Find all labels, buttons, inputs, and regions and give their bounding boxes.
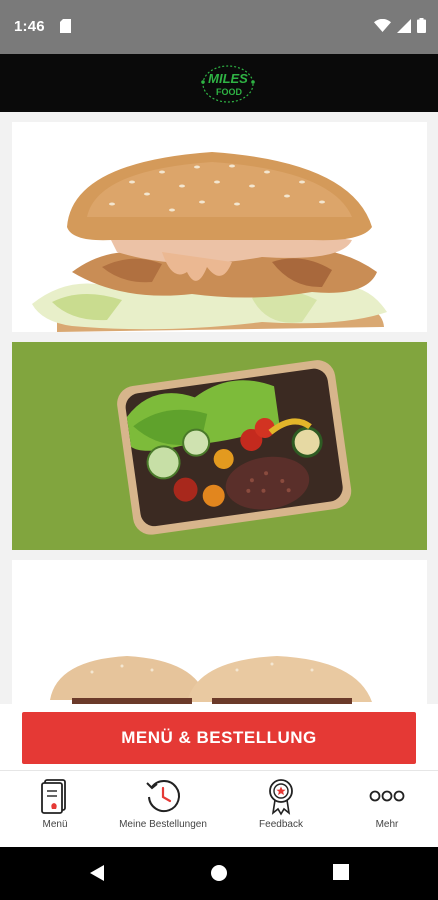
menu-card-icon: [41, 779, 66, 814]
order-history-icon: [146, 780, 180, 813]
cell-signal-icon: [397, 18, 411, 33]
burger-bun-image: [12, 560, 427, 704]
bottom-nav: Menü Meine Bestellungen Feedback Mehr: [0, 770, 438, 848]
recents-icon[interactable]: [333, 864, 349, 880]
status-icons: [374, 18, 426, 33]
award-ribbon-icon: [269, 779, 293, 816]
promo-feed[interactable]: [0, 112, 438, 704]
status-bar: 1:46: [0, 0, 438, 54]
nav-item-feedback[interactable]: Feedback: [226, 771, 336, 848]
status-time: 1:46: [14, 18, 45, 35]
sd-card-icon: [60, 19, 71, 33]
cta-area: MENÜ & BESTELLUNG: [0, 704, 438, 770]
system-nav-bar: [0, 847, 438, 900]
home-icon[interactable]: [210, 864, 228, 882]
menu-order-button[interactable]: MENÜ & BESTELLUNG: [22, 712, 416, 764]
svg-text:MILES: MILES: [208, 71, 248, 86]
more-dots-icon: [369, 790, 405, 802]
burger-photo[interactable]: [12, 122, 427, 332]
burger-photo-partial[interactable]: [12, 560, 427, 704]
nav-item-orders[interactable]: Meine Bestellungen: [108, 771, 218, 848]
bowl-photo[interactable]: [12, 342, 427, 550]
burger-image: [12, 122, 427, 332]
app-header: MILES FOOD: [0, 54, 438, 112]
wifi-icon: [374, 18, 391, 32]
nav-label-menu: Menü: [42, 819, 68, 830]
back-icon[interactable]: [88, 864, 106, 882]
nav-item-menu[interactable]: Menü: [0, 771, 110, 848]
battery-icon: [417, 18, 426, 33]
nav-item-more[interactable]: Mehr: [332, 771, 438, 848]
nav-label-feedback: Feedback: [259, 819, 303, 830]
salad-bowl-image: [12, 342, 427, 550]
svg-text:FOOD: FOOD: [216, 87, 242, 97]
nav-label-more: Mehr: [375, 819, 399, 830]
nav-label-orders: Meine Bestellungen: [119, 819, 207, 830]
miles-food-logo: MILES FOOD: [201, 65, 255, 103]
